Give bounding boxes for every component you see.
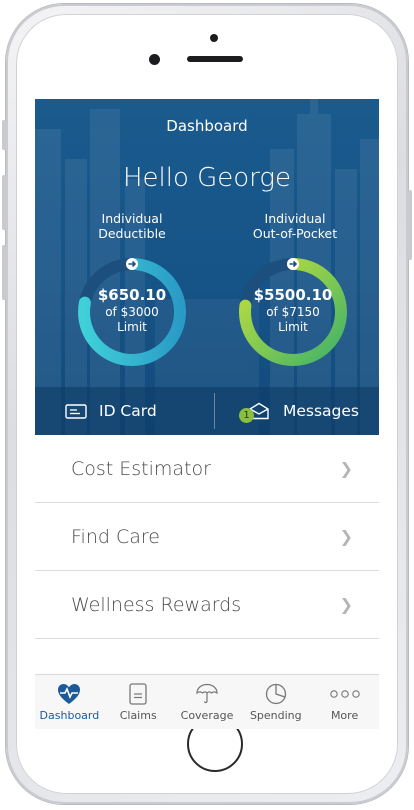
app-screen: Dashboard Hello George Individual Deduct… xyxy=(35,99,379,729)
more-dots-icon xyxy=(329,681,360,707)
menu-item-wellness-rewards[interactable]: Wellness Rewards ❯ xyxy=(35,571,379,639)
heart-pulse-icon xyxy=(57,681,81,707)
tab-label: More xyxy=(330,709,359,722)
deductible-total: of $3000 xyxy=(105,305,159,319)
menu-item-label: Wellness Rewards xyxy=(71,593,242,616)
page-title: Dashboard xyxy=(166,117,248,135)
menu-item-label: Cost Estimator xyxy=(71,457,211,480)
messages-label: Messages xyxy=(283,402,360,420)
mute-switch xyxy=(2,120,6,150)
chevron-right-icon: ❯ xyxy=(339,527,353,546)
front-camera xyxy=(149,54,160,65)
menu-item-partial xyxy=(35,639,379,669)
document-icon xyxy=(129,681,147,707)
deductible-limit-word: Limit xyxy=(117,320,147,334)
deductible-label: Individual Deductible xyxy=(98,211,166,241)
tab-label: Claims xyxy=(119,709,157,722)
menu-item-find-care[interactable]: Find Care ❯ xyxy=(35,503,379,571)
pie-chart-icon xyxy=(265,681,287,707)
tab-label: Dashboard xyxy=(39,709,100,722)
messages-button[interactable]: 1 Messages xyxy=(239,387,360,435)
power-button xyxy=(408,190,412,260)
messages-count-badge: 1 xyxy=(239,408,254,423)
deductible-ring-text: $650.10 of $3000 Limit xyxy=(75,286,189,335)
quick-actions-bar: ID Card 1 Messages xyxy=(35,387,379,435)
menu-item-cost-estimator[interactable]: Cost Estimator ❯ xyxy=(35,435,379,503)
earpiece-speaker xyxy=(187,56,243,62)
out-of-pocket-limit-word: Limit xyxy=(278,320,308,334)
umbrella-icon xyxy=(195,681,219,707)
out-of-pocket-label: Individual Out-of-Pocket xyxy=(252,211,338,241)
deductible-amount: $650.10 xyxy=(97,286,167,304)
out-of-pocket-amount: $5500.10 xyxy=(253,286,333,304)
greeting-text: Hello George xyxy=(122,163,292,193)
id-card-button[interactable]: ID Card xyxy=(65,387,157,435)
chevron-right-icon: ❯ xyxy=(339,459,353,478)
out-of-pocket-total: of $7150 xyxy=(266,305,320,319)
menu-list: Cost Estimator ❯ Find Care ❯ Wellness Re… xyxy=(35,435,379,669)
volume-up-button xyxy=(2,175,6,230)
chevron-right-icon: ❯ xyxy=(339,595,353,614)
out-of-pocket-ring-text: $5500.10 of $7150 Limit xyxy=(236,286,350,335)
bottom-tab-bar: Dashboard Claims Coverage Spending More xyxy=(35,674,379,729)
tab-coverage[interactable]: Coverage xyxy=(173,675,242,729)
dashboard-hero: Dashboard Hello George Individual Deduct… xyxy=(35,99,379,435)
tab-more[interactable]: More xyxy=(310,675,379,729)
envelope-icon: 1 xyxy=(239,402,271,423)
menu-item-label: Find Care xyxy=(71,525,160,548)
tab-label: Coverage xyxy=(180,709,234,722)
tab-dashboard[interactable]: Dashboard xyxy=(35,675,104,729)
id-card-icon xyxy=(65,403,87,419)
id-card-label: ID Card xyxy=(99,402,157,420)
quick-actions-divider xyxy=(214,393,215,429)
tab-label: Spending xyxy=(249,709,302,722)
proximity-sensor xyxy=(210,34,218,42)
tab-spending[interactable]: Spending xyxy=(241,675,310,729)
tab-claims[interactable]: Claims xyxy=(104,675,173,729)
volume-down-button xyxy=(2,245,6,300)
